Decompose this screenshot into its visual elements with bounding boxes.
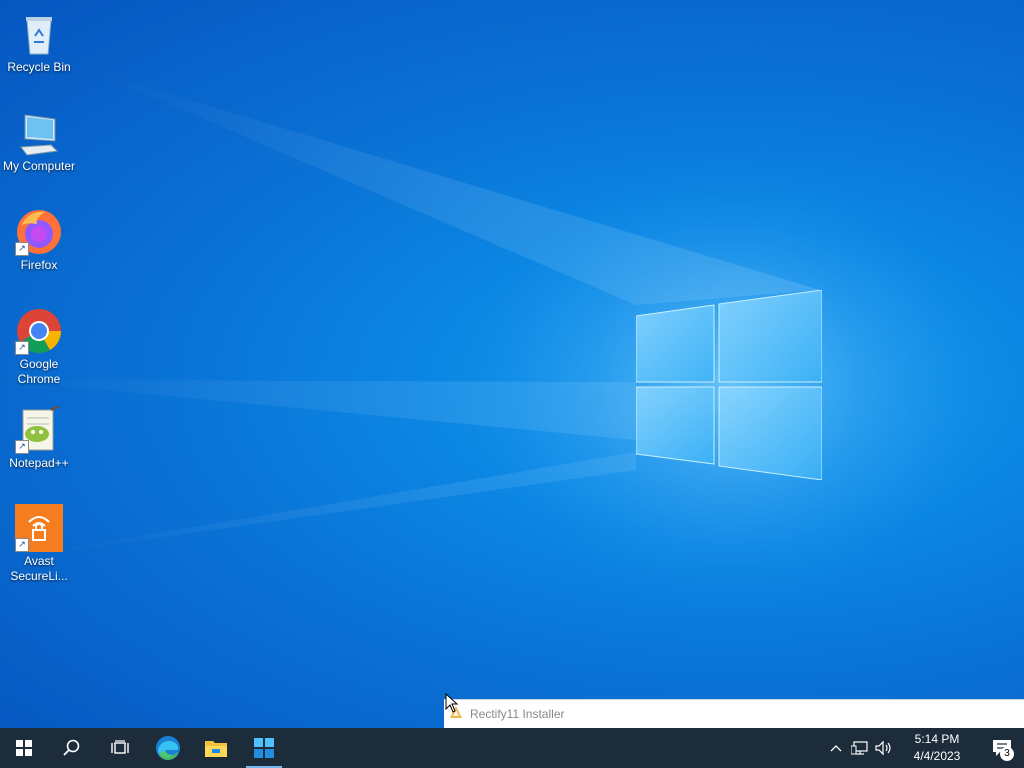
desktop-icon-label: My Computer [2, 159, 76, 173]
shortcut-arrow-icon: ↗ [15, 341, 29, 355]
desktop-icon-label: Notepad++ [9, 456, 69, 470]
windows-start-icon [16, 740, 32, 756]
notification-count-badge: 3 [1000, 747, 1014, 761]
file-explorer-button[interactable] [192, 728, 240, 768]
firefox-icon: ↗ [15, 208, 63, 256]
edge-taskbar-button[interactable] [144, 728, 192, 768]
desktop-icon-avast-secureline[interactable]: ↗ Avast SecureLi... [0, 500, 78, 584]
chevron-up-icon [830, 745, 842, 752]
shortcut-arrow-icon: ↗ [15, 538, 29, 552]
recycle-bin-icon [15, 10, 63, 58]
clock-time: 5:14 PM [914, 732, 960, 746]
search-icon [63, 739, 80, 756]
windows-logo-wallpaper [636, 290, 822, 480]
system-tray: 5:14 PM 4/4/2023 3 [824, 728, 1024, 768]
rectify11-installer-window[interactable]: Rectify11 Installer [444, 699, 1024, 728]
start-button[interactable] [0, 728, 48, 768]
wallpaper-rays [0, 70, 990, 615]
chrome-icon: ↗ [15, 307, 63, 355]
avast-secureline-icon: ↗ [15, 504, 63, 552]
desktop-icon-recycle-bin[interactable]: Recycle Bin [0, 6, 78, 75]
task-view-icon [111, 740, 129, 754]
window-title: Rectify11 Installer [470, 707, 565, 721]
rectify11-taskbar-icon [254, 738, 274, 758]
shortcut-arrow-icon: ↗ [15, 242, 29, 256]
edge-icon [156, 736, 180, 760]
clock-date: 4/4/2023 [913, 749, 961, 763]
desktop-icon-notepadpp[interactable]: ↗ Notepad++ [0, 402, 78, 471]
desktop-icon-label: Avast SecureLi... [10, 554, 68, 583]
notepadpp-icon: ↗ [15, 405, 63, 454]
folder-icon [205, 741, 227, 757]
desktop-icon-google-chrome[interactable]: ↗ Google Chrome [0, 303, 78, 387]
taskbar-clock[interactable]: 5:14 PM 4/4/2023 [902, 731, 972, 765]
desktop-icon-label: Google Chrome [17, 357, 61, 386]
desktop-icon-label: Recycle Bin [7, 60, 71, 74]
show-hidden-icons-button[interactable] [824, 728, 848, 768]
network-icon [851, 741, 868, 755]
taskbar: 5:14 PM 4/4/2023 3 [0, 728, 1024, 768]
task-view-button[interactable] [96, 728, 144, 768]
desktop: Recycle Bin My Computer ↗ Firefox ↗ Goog… [0, 0, 1024, 728]
rectify11-installer-taskbar-button[interactable] [240, 728, 288, 768]
computer-icon [15, 109, 63, 157]
desktop-icon-label: Firefox [20, 258, 58, 272]
desktop-icon-my-computer[interactable]: My Computer [0, 105, 78, 174]
mouse-cursor-icon [445, 693, 459, 713]
desktop-icon-firefox[interactable]: ↗ Firefox [0, 204, 78, 273]
volume-button[interactable] [872, 728, 896, 768]
shortcut-arrow-icon: ↗ [15, 440, 29, 454]
action-center-button[interactable]: 3 [980, 728, 1024, 768]
search-button[interactable] [48, 728, 96, 768]
network-button[interactable] [848, 728, 872, 768]
volume-icon [875, 740, 891, 756]
